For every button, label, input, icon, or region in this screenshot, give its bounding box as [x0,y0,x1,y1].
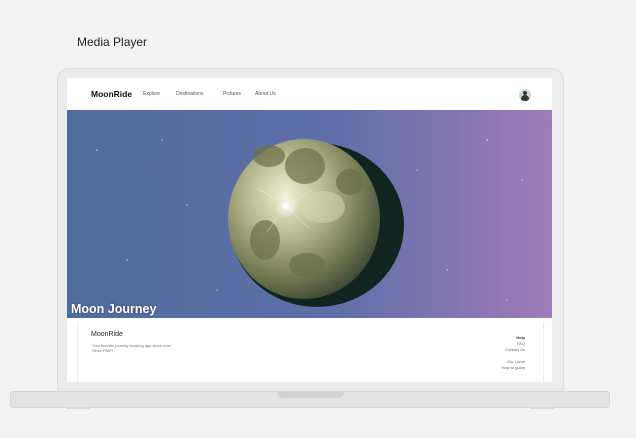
footer: MoonRide Your favorite journey booking a… [77,322,544,382]
laptop-notch [277,391,344,398]
laptop-foot-left [66,407,90,409]
nav-link-pictures[interactable]: Pictures [223,91,241,97]
avatar-body [521,95,529,101]
hero-media[interactable]: Moon Journey [67,110,552,318]
nav-link-destinations[interactable]: Destinations [176,91,209,97]
footer-tagline: Your favorite journey booking app since … [92,343,172,353]
hero-title: Moon Journey [71,302,157,316]
moon-image [67,110,552,318]
top-navigation: MoonRide Explore Destinations Pictures A… [67,78,552,110]
footer-link-how-to-guide[interactable]: How to guide [502,365,525,371]
laptop-foot-right [530,407,554,409]
footer-link-contact-us[interactable]: Contact Us [502,347,525,353]
media-player-screen: MoonRide Explore Destinations Pictures A… [67,78,552,382]
page-caption: Media Player [77,35,148,49]
brand-logo[interactable]: MoonRide [91,89,132,99]
footer-links: Help FAQ Contact Us Our Lunar How to gui… [502,335,525,371]
nav-link-about-us[interactable]: About Us [255,91,276,97]
nav-links: Explore Destinations Pictures About Us [143,91,290,97]
footer-brand: MoonRide [91,331,123,338]
nav-link-explore[interactable]: Explore [143,91,162,97]
user-avatar-icon[interactable] [519,89,531,101]
